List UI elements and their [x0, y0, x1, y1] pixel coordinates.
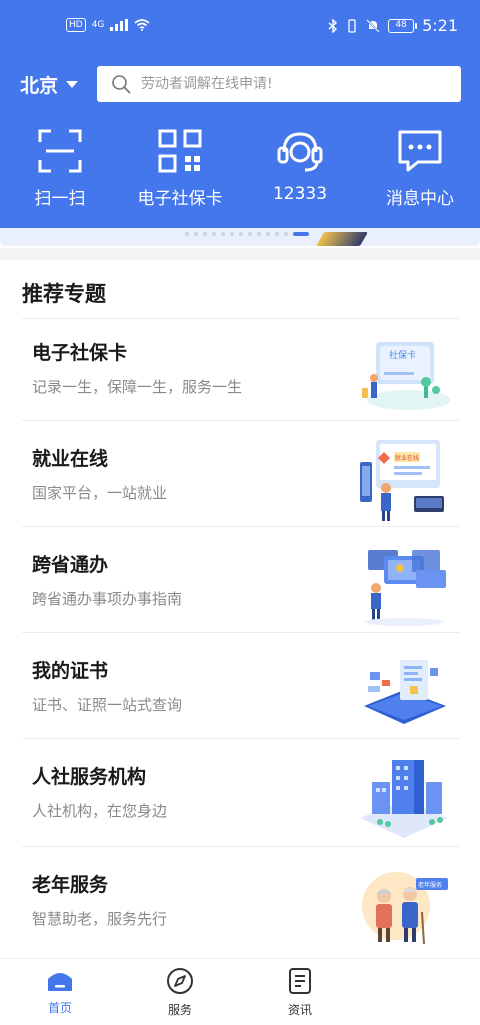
- divider: [22, 318, 460, 319]
- card-title: 就业在线: [32, 448, 109, 470]
- carousel-dot: [239, 232, 243, 236]
- news-icon: [289, 968, 311, 994]
- compass-icon: [167, 968, 193, 994]
- carousel-dot: [284, 232, 288, 236]
- quick-action-social-card[interactable]: 电子社保卡: [120, 128, 240, 218]
- signal-icon: [110, 19, 129, 31]
- cross-province-illustration: [364, 550, 446, 626]
- carousel-dot: [212, 232, 216, 236]
- topic-card-cross-province[interactable]: 跨省通办 跨省通办事项办事指南: [22, 532, 460, 638]
- card-subtitle: 国家平台，一站就业: [32, 484, 168, 502]
- social-card-illustration: 社保卡: [362, 342, 451, 410]
- divider: [22, 846, 460, 847]
- carousel-dot: [266, 232, 270, 236]
- card-subtitle: 智慧助老，服务先行: [32, 910, 168, 928]
- wifi-icon: [134, 19, 150, 31]
- divider: [22, 738, 460, 739]
- headset-icon: [277, 132, 323, 172]
- section-gap: [0, 248, 480, 260]
- message-icon: [398, 130, 442, 172]
- card-title: 人社服务机构: [32, 766, 147, 788]
- tab-label: 资讯: [287, 1003, 312, 1017]
- search-icon: [112, 75, 131, 94]
- carousel-dot: [194, 232, 198, 236]
- section-title: 推荐专题: [22, 282, 106, 306]
- vibrate-icon: [348, 18, 356, 33]
- elderly-services-illustration: 老年服务: [362, 872, 448, 945]
- divider: [22, 526, 460, 527]
- status-right: 48 5:21: [328, 16, 458, 35]
- header: HD 4G 48 5:21 北京 劳动者调解在线申请! 扫一扫 电子社保卡 12…: [0, 0, 480, 232]
- card-title: 跨省通办: [32, 554, 109, 576]
- employment-illustration: 就业在线: [360, 440, 444, 521]
- quick-action-label: 电子社保卡: [137, 189, 223, 209]
- art-label: 社保卡: [389, 349, 416, 361]
- city-selector[interactable]: 北京: [20, 66, 79, 102]
- city-label[interactable]: 北京: [20, 71, 58, 98]
- topic-card-elderly-services[interactable]: 老年服务 智慧助老，服务先行 老年服务: [22, 852, 460, 958]
- carousel-dot: [257, 232, 261, 236]
- art-label: 就业在线: [395, 454, 419, 462]
- bottom-tab-bar: 首页 服务 资讯: [0, 958, 480, 1025]
- quick-action-hotline[interactable]: 12333: [240, 128, 360, 218]
- search-input[interactable]: [141, 76, 441, 92]
- tab-label: 首页: [47, 1001, 72, 1015]
- clock: 5:21: [422, 16, 458, 35]
- carousel-dot: [230, 232, 234, 236]
- carousel-dot: [203, 232, 207, 236]
- divider: [22, 420, 460, 421]
- network-label: 4G: [91, 20, 105, 30]
- quick-action-scan[interactable]: 扫一扫: [0, 128, 120, 218]
- mute-icon: [366, 18, 380, 33]
- card-title: 我的证书: [32, 660, 109, 682]
- topic-card-service-agencies[interactable]: 人社服务机构 人社机构，在您身边: [22, 744, 460, 850]
- carousel-indicator: [185, 232, 309, 236]
- tab-services[interactable]: 服务: [130, 967, 230, 1018]
- topic-card-social-card[interactable]: 电子社保卡 记录一生，保障一生，服务一生 社保卡: [22, 320, 460, 426]
- carousel-dot: [221, 232, 225, 236]
- card-subtitle: 记录一生，保障一生，服务一生: [32, 378, 243, 396]
- tab-news[interactable]: 资讯: [250, 967, 350, 1018]
- tab-label: 服务: [167, 1003, 192, 1017]
- hd-badge: HD: [66, 18, 86, 32]
- quick-action-label: 扫一扫: [34, 189, 86, 209]
- quick-action-label: 12333: [272, 184, 328, 204]
- search-box[interactable]: [97, 66, 461, 102]
- bluetooth-icon: [328, 18, 338, 33]
- banner-illustration: [315, 232, 369, 246]
- quick-action-label: 消息中心: [386, 189, 454, 209]
- carousel-dot-active: [293, 232, 309, 236]
- topic-card-employment[interactable]: 就业在线 国家平台，一站就业 就业在线: [22, 426, 460, 532]
- scan-icon: [38, 129, 82, 173]
- card-subtitle: 证书、证照一站式查询: [32, 696, 183, 714]
- qr-code-icon: [158, 129, 202, 173]
- certificates-illustration: [364, 660, 446, 724]
- art-label: 老年服务: [418, 881, 442, 889]
- carousel-dot: [248, 232, 252, 236]
- service-agencies-illustration: [360, 760, 448, 838]
- carousel-dot: [275, 232, 279, 236]
- tab-home[interactable]: 首页: [10, 967, 110, 1016]
- card-title: 老年服务: [32, 874, 109, 896]
- status-left: HD 4G: [66, 18, 150, 32]
- divider: [22, 632, 460, 633]
- battery-icon: 48: [388, 18, 418, 33]
- home-icon: [48, 973, 72, 991]
- chevron-down-icon[interactable]: [66, 80, 79, 88]
- card-subtitle: 跨省通办事项办事指南: [32, 590, 183, 608]
- banner-carousel[interactable]: [0, 228, 480, 246]
- card-title: 电子社保卡: [32, 342, 128, 364]
- carousel-dot: [185, 232, 189, 236]
- topic-card-certificates[interactable]: 我的证书 证书、证照一站式查询: [22, 638, 460, 744]
- quick-action-messages[interactable]: 消息中心: [360, 128, 480, 218]
- card-subtitle: 人社机构，在您身边: [32, 802, 168, 820]
- status-bar: HD 4G 48 5:21: [0, 0, 480, 56]
